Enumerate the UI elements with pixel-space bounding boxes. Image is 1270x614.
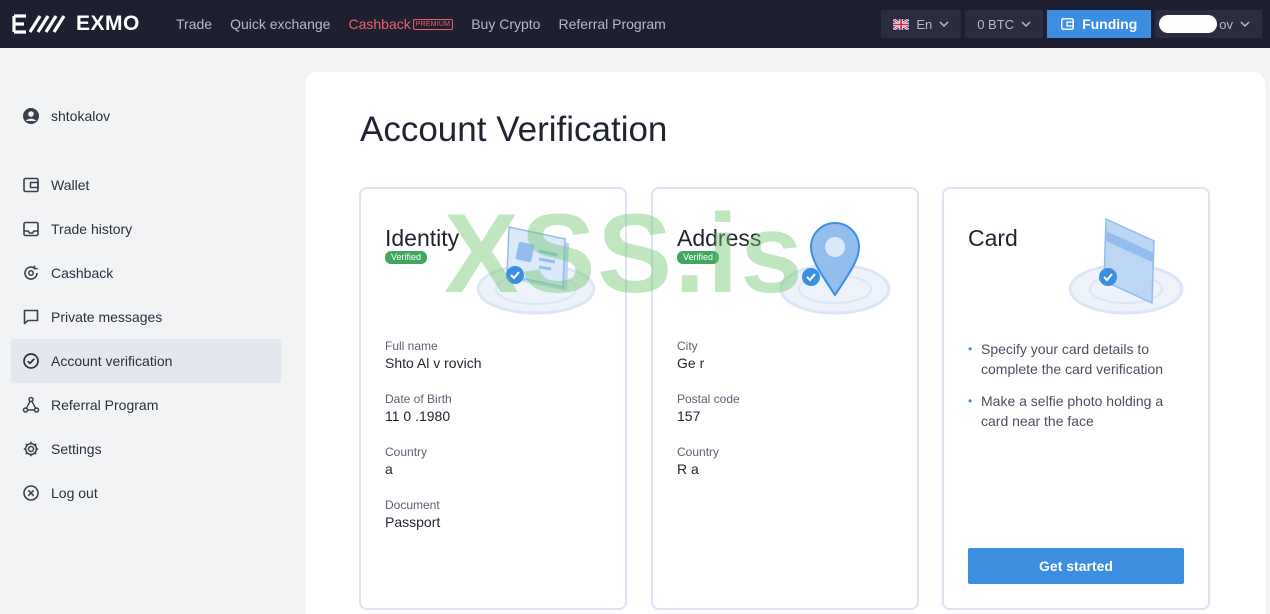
wallet-icon [23,177,39,193]
get-started-button[interactable]: Get started [968,548,1184,584]
field-label: Date of Birth [385,392,452,406]
header-actions: En 0 BTC Funding ov [877,10,1262,38]
logo-text: EXMO [76,12,140,35]
field-label: Country [677,445,720,459]
field-value: Passport [385,514,441,530]
field-value: Shto Al v rovich [385,355,482,371]
chevron-down-icon [939,21,949,27]
sidebar-item-referral-program[interactable]: Referral Program [11,383,281,427]
field-value: R a [677,461,699,477]
field-value: Ge r [677,355,705,371]
sidebar-item-cashback[interactable]: Cashback [11,251,281,295]
chevron-down-icon [1021,21,1031,27]
wallet-icon [1061,18,1075,30]
identity-card: Identity Verified Full name Shto Al v ro… [359,187,627,610]
field-value: 11 0 .1980 [385,408,451,424]
main-panel: Account Verification Identity Verified F… [305,72,1265,614]
list-item: • Make a selfie photo holding a card nea… [968,391,1178,431]
funding-button[interactable]: Funding [1047,10,1152,38]
premium-badge: PREMIUM [412,18,454,30]
sidebar-item-log-out[interactable]: Log out [11,471,281,515]
field-label: Country [385,445,428,459]
nav-buy-crypto[interactable]: Buy Crypto [471,16,540,32]
sidebar-item-label: Settings [51,441,102,457]
sidebar-item-label: Cashback [51,265,114,281]
share-icon [22,396,40,413]
field-label: Full name [385,339,438,353]
field-label: Postal code [677,392,740,406]
nav-cashback-label: Cashback [348,16,411,32]
uk-flag-icon [893,18,910,30]
funding-label: Funding [1082,16,1138,32]
cashback-icon [24,265,38,280]
sidebar-item-label: Wallet [51,177,90,193]
list-item: • Specify your card details to complete … [968,339,1178,379]
message-icon [23,309,39,325]
nav-cashback[interactable]: Cashback PREMIUM [348,16,454,32]
username-redaction [1159,15,1218,33]
sidebar-username: shtokalov [51,108,111,124]
page-title: Account Verification [360,110,668,149]
sidebar-item-wallet[interactable]: Wallet [11,163,281,207]
sidebar-item-label: Log out [51,485,98,501]
logout-icon [23,485,39,501]
user-menu-label: ov [1219,16,1233,32]
balance-label: 0 BTC [977,16,1015,32]
sidebar-user[interactable]: shtokalov [22,107,110,125]
credit-card-illustration-icon [1068,217,1184,315]
verified-badge: Verified [677,251,720,264]
field-value: a [385,461,393,477]
sidebar-item-label: Referral Program [51,397,159,413]
top-navigation-bar: EXMO Trade Quick exchange Cashback PREMI… [0,0,1270,48]
main-nav: Trade Quick exchange Cashback PREMIUM Bu… [176,0,684,48]
payment-card-title: Card [968,225,1018,251]
requirement-text: Make a selfie photo holding a card near … [981,393,1164,429]
check-circle-icon [23,353,39,369]
identity-card-title: Identity [385,225,460,251]
sidebar-item-label: Trade history [51,221,133,237]
gear-icon [23,441,39,457]
language-label: En [916,16,933,32]
language-selector[interactable]: En [881,10,962,38]
field-value: 157 [677,408,701,424]
nav-referral-program[interactable]: Referral Program [558,16,665,32]
field-label: City [677,339,698,353]
nav-trade[interactable]: Trade [176,16,212,32]
sidebar-item-label: Account verification [51,353,173,369]
payment-card-card: Card • Specify your card details to comp… [942,187,1210,610]
address-card: Address Verified City Ge r Postal code 1… [651,187,919,610]
sidebar-item-private-messages[interactable]: Private messages [11,295,281,339]
verified-badge: Verified [385,251,428,264]
field-label: Document [385,498,440,512]
sidebar-item-settings[interactable]: Settings [11,427,281,471]
sidebar-item-label: Private messages [51,309,163,325]
location-pin-illustration-icon [779,222,891,315]
user-avatar-icon [23,108,39,124]
nav-quick-exchange[interactable]: Quick exchange [230,16,330,32]
inbox-icon [23,221,39,237]
requirement-text: Specify your card details to complete th… [981,341,1164,377]
card-requirements-list: • Specify your card details to complete … [968,339,1178,443]
user-menu[interactable]: ov [1155,10,1262,38]
balance-selector[interactable]: 0 BTC [965,10,1044,38]
sidebar-item-trade-history[interactable]: Trade history [11,207,281,251]
exmo-logo-icon [12,14,66,34]
address-card-title: Address [677,225,762,251]
id-card-illustration-icon [476,226,596,315]
chevron-down-icon [1240,21,1250,27]
sidebar-item-account-verification[interactable]: Account verification [11,339,281,383]
sidebar: shtokalov Wallet Trade history Cashback … [0,48,300,614]
exmo-logo[interactable]: EXMO [12,12,140,36]
